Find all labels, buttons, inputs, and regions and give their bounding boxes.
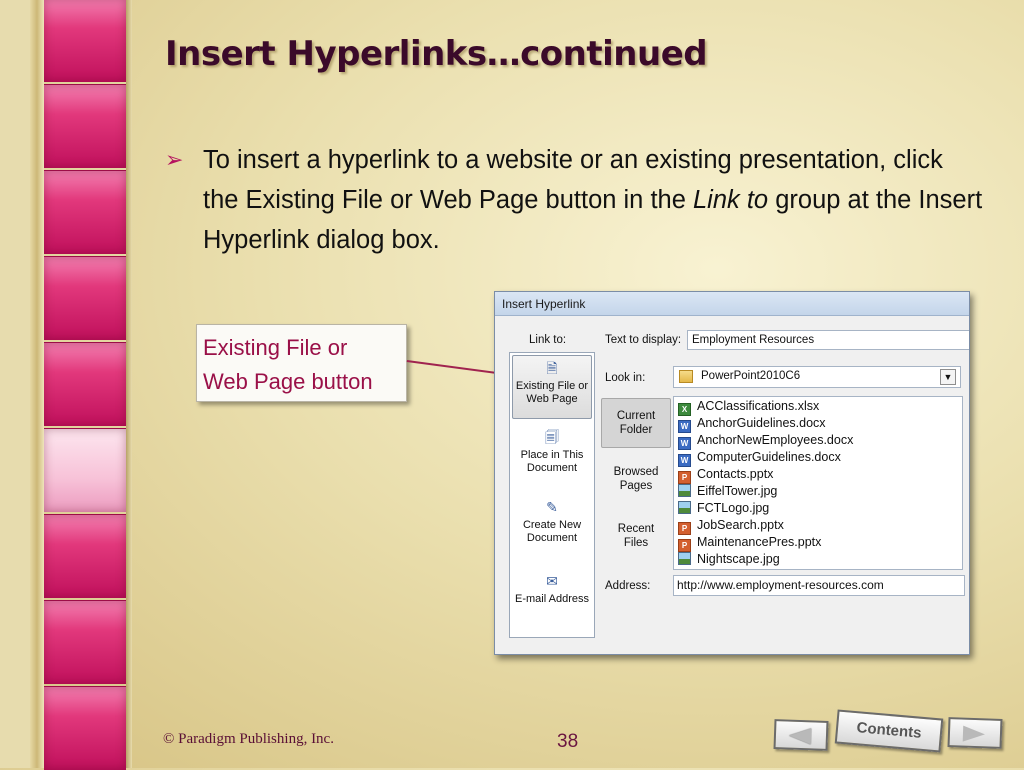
copyright-text: © Paradigm Publishing, Inc. bbox=[163, 731, 334, 747]
bullet-text-italic: Link to bbox=[692, 186, 769, 214]
list-item[interactable]: W AnchorGuidelines.docx bbox=[678, 415, 826, 433]
list-item[interactable]: X ACClassifications.xlsx bbox=[678, 398, 820, 416]
place-in-document-label2: Document bbox=[526, 462, 578, 474]
callout-box: Existing File or Web Page button bbox=[196, 324, 407, 402]
arrow-right-icon bbox=[962, 725, 986, 743]
next-slide-button[interactable] bbox=[947, 717, 1003, 749]
file-name: Contacts.pptx bbox=[697, 467, 774, 481]
existing-file-label: Existing File or bbox=[515, 380, 589, 392]
file-name: ComputerGuidelines.docx bbox=[697, 450, 841, 464]
place-in-document-button[interactable]: 🗐 Place in This Document bbox=[512, 425, 592, 489]
create-new-document-label: Create New bbox=[522, 519, 582, 531]
file-name: Nightscape.jpg bbox=[697, 552, 780, 566]
decorative-rail bbox=[30, 0, 44, 768]
folder-icon bbox=[679, 370, 693, 383]
list-item[interactable]: P Contacts.pptx bbox=[678, 466, 774, 484]
text-to-display-field[interactable]: Employment Resources bbox=[687, 330, 969, 350]
list-item[interactable]: EiffelTower.jpg bbox=[678, 483, 777, 500]
insert-hyperlink-dialog: Insert Hyperlink Link to: Text to displa… bbox=[494, 291, 970, 655]
recent-files-label: Recent bbox=[617, 523, 655, 535]
pink-block bbox=[44, 686, 126, 770]
file-name: EiffelTower.jpg bbox=[697, 484, 778, 498]
dialog-title: Insert Hyperlink bbox=[495, 292, 969, 316]
pink-block bbox=[44, 342, 126, 426]
file-name: AnchorGuidelines.docx bbox=[697, 416, 826, 430]
browse-nav-panel: Current Folder Browsed Pages Recent File… bbox=[601, 396, 673, 568]
decorative-edge bbox=[126, 0, 132, 768]
browsed-pages-label: Browsed bbox=[613, 466, 659, 478]
existing-file-icon: 🗎 bbox=[546, 360, 558, 376]
list-item[interactable]: FCTLogo.jpg bbox=[678, 500, 769, 517]
list-item[interactable]: W ComputerGuidelines.docx bbox=[678, 449, 841, 467]
previous-slide-button[interactable] bbox=[773, 719, 829, 751]
pink-block bbox=[44, 428, 126, 512]
file-name: ACClassifications.xlsx bbox=[697, 399, 820, 413]
create-new-document-label2: Document bbox=[526, 532, 578, 544]
email-address-button[interactable]: ✉ E-mail Address bbox=[512, 569, 592, 633]
link-to-label: Link to: bbox=[529, 334, 567, 346]
look-in-label: Look in: bbox=[605, 372, 646, 384]
place-in-document-icon: 🗐 bbox=[545, 429, 559, 445]
decorative-pink-column bbox=[44, 0, 126, 770]
callout-line1: Existing File or bbox=[203, 335, 348, 360]
list-item[interactable]: P MaintenancePres.pptx bbox=[678, 534, 822, 552]
bullet-arrow-icon: ➢ bbox=[165, 147, 184, 172]
address-label: Address: bbox=[605, 580, 651, 592]
callout-line2: Web Page button bbox=[203, 369, 373, 394]
text-to-display-label: Text to display: bbox=[605, 334, 682, 346]
file-name: FCTLogo.jpg bbox=[697, 501, 770, 515]
list-item[interactable]: P JobSearch.pptx bbox=[678, 517, 784, 535]
file-name: MaintenancePres.pptx bbox=[697, 535, 822, 549]
recent-files-button[interactable]: Recent Files bbox=[601, 512, 671, 562]
create-new-document-button[interactable]: ✎ Create New Document bbox=[512, 495, 592, 559]
recent-files-label2: Files bbox=[623, 537, 649, 549]
link-to-panel: 🗎 Existing File or Web Page 🗐 Place in T… bbox=[509, 352, 595, 638]
place-in-document-label: Place in This bbox=[520, 449, 584, 461]
bullet-point: ➢ To insert a hyperlink to a website or … bbox=[165, 140, 985, 260]
look-in-dropdown[interactable]: PowerPoint2010C6 ▼ bbox=[673, 366, 961, 388]
browsed-pages-button[interactable]: Browsed Pages bbox=[601, 455, 671, 505]
pink-block bbox=[44, 0, 126, 82]
file-list: X ACClassifications.xlsx W AnchorGuideline… bbox=[673, 396, 963, 570]
pink-block bbox=[44, 84, 126, 168]
existing-file-button[interactable]: 🗎 Existing File or Web Page bbox=[512, 355, 592, 419]
pink-block bbox=[44, 170, 126, 254]
pink-block bbox=[44, 514, 126, 598]
email-address-label: E-mail Address bbox=[515, 593, 589, 605]
look-in-value: PowerPoint2010C6 bbox=[701, 370, 801, 382]
slide-title: Insert Hyperlinks…continued bbox=[165, 34, 708, 74]
page-number: 38 bbox=[557, 731, 579, 752]
address-field[interactable]: http://www.employment-resources.com bbox=[673, 575, 965, 596]
bullet-text: To insert a hyperlink to a website or an… bbox=[203, 140, 985, 260]
file-name: JobSearch.pptx bbox=[697, 518, 784, 532]
contents-button[interactable]: Contents bbox=[834, 709, 944, 753]
image-file-icon bbox=[678, 484, 691, 497]
current-folder-button[interactable]: Current Folder bbox=[601, 398, 671, 448]
pink-block bbox=[44, 600, 126, 684]
pink-block bbox=[44, 256, 126, 340]
image-file-icon bbox=[678, 501, 691, 514]
email-icon: ✉ bbox=[546, 573, 558, 589]
create-new-document-icon: ✎ bbox=[546, 499, 558, 515]
chevron-down-icon[interactable]: ▼ bbox=[940, 369, 956, 385]
file-name: AnchorNewEmployees.docx bbox=[697, 433, 854, 447]
current-folder-label2: Folder bbox=[619, 424, 653, 436]
browsed-pages-label2: Pages bbox=[619, 480, 653, 492]
list-item[interactable]: W AnchorNewEmployees.docx bbox=[678, 432, 854, 450]
current-folder-label: Current bbox=[616, 410, 656, 422]
list-item[interactable]: Nightscape.jpg bbox=[678, 551, 780, 568]
existing-file-label2: Web Page bbox=[526, 393, 578, 405]
image-file-icon bbox=[678, 552, 691, 565]
arrow-left-icon bbox=[788, 727, 812, 745]
